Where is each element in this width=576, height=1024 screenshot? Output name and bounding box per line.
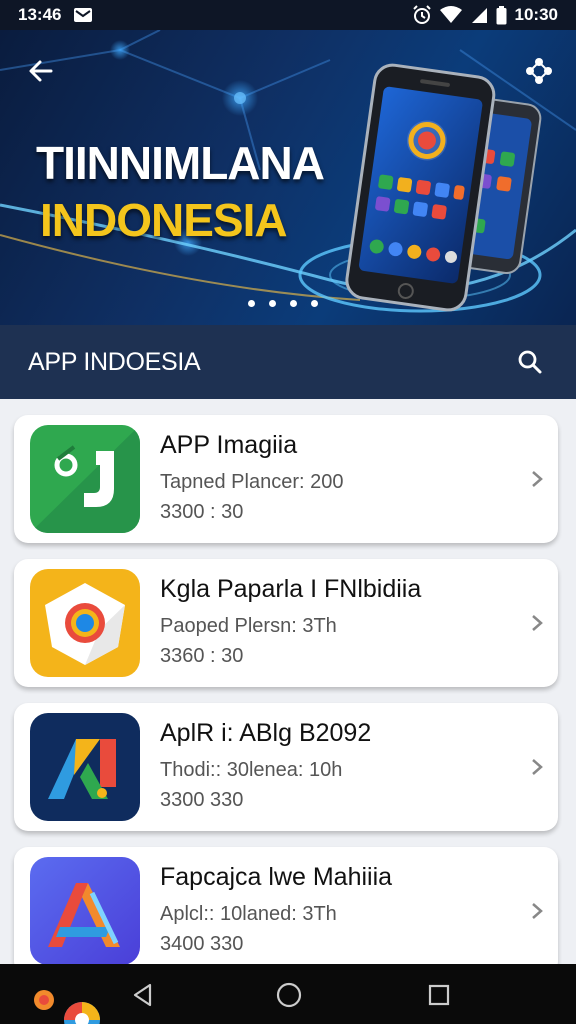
app-meta: Tapned Plancer: 200	[160, 471, 344, 493]
app-card[interactable]: Fapcajca lwe Mahiiia Aplcl:: 10laned: 3T…	[14, 847, 558, 964]
app-name: Kgla Paparla I FNlbidiia	[160, 575, 422, 603]
app-meta: Thodi:: 30lenea: 10h	[160, 759, 343, 781]
nav-recents-button[interactable]	[424, 980, 454, 1010]
carousel-dot[interactable]	[311, 300, 318, 307]
battery-icon	[496, 5, 507, 25]
yellow-app-icon	[30, 569, 140, 677]
nav-back-button[interactable]	[128, 980, 158, 1010]
carousel-indicator[interactable]	[248, 300, 318, 307]
app-card[interactable]: Kgla Paparla I FNlbidiia Paoped Plersn: …	[14, 559, 558, 687]
app-dock-icon[interactable]	[30, 988, 110, 1024]
app-name: Fapcajca lwe Mahiiia	[160, 863, 393, 891]
alarm-icon	[412, 5, 432, 25]
hero-banner[interactable]: TIINNIMLANA INDONESIA	[0, 30, 576, 325]
share-button[interactable]	[522, 54, 556, 88]
navy-app-icon	[30, 713, 140, 821]
chevron-right-icon	[532, 903, 543, 919]
app-meta: Aplcl:: 10laned: 3Th	[160, 903, 337, 925]
app-meta: Paoped Plersn: 3Th	[160, 615, 337, 637]
status-bar: 13:46 10:30	[0, 0, 576, 30]
app-meta: 3400 330	[160, 933, 244, 955]
app-meta: 3300 : 30	[160, 501, 244, 523]
signal-icon	[470, 6, 488, 24]
arrow-left-icon	[29, 60, 53, 82]
app-card[interactable]: APP Imagiia Tapned Plancer: 200 3300 : 3…	[14, 415, 558, 543]
share-icon	[526, 58, 552, 84]
carousel-dot[interactable]	[248, 300, 255, 307]
green-app-icon	[30, 425, 140, 533]
app-list[interactable]: APP Imagiia Tapned Plancer: 200 3300 : 3…	[0, 399, 576, 964]
circle-home-icon	[276, 982, 302, 1008]
nav-home-button[interactable]	[274, 980, 304, 1010]
hero-title-line2: INDONESIA	[40, 194, 288, 246]
search-icon	[518, 350, 542, 374]
app-name: APP Imagiia	[160, 431, 298, 459]
search-button[interactable]	[512, 344, 548, 380]
chevron-right-icon	[532, 759, 543, 775]
hero-title-line1: TIINNIMLANA	[36, 137, 325, 189]
chevron-right-icon	[532, 471, 543, 487]
mail-icon	[73, 7, 93, 23]
wifi-icon	[439, 6, 462, 24]
chevron-right-icon	[532, 615, 543, 631]
app-card[interactable]: AplR i: ABlg B2092 Thodi:: 30lenea: 10h …	[14, 703, 558, 831]
back-button[interactable]	[24, 54, 58, 88]
carousel-dot[interactable]	[290, 300, 297, 307]
system-nav-bar	[0, 964, 576, 1024]
app-name: AplR i: ABlg B2092	[160, 719, 372, 747]
square-recents-icon	[428, 984, 450, 1006]
purple-app-icon	[30, 857, 140, 964]
carousel-dot[interactable]	[269, 300, 276, 307]
status-clock: 10:30	[514, 5, 558, 24]
section-title: APP INDOESIA	[28, 347, 201, 376]
app-meta: 3360 : 30	[160, 645, 244, 667]
section-header: APP INDOESIA	[0, 325, 576, 399]
app-meta: 3300 330	[160, 789, 244, 811]
status-time: 13:46	[18, 5, 62, 24]
triangle-back-icon	[133, 983, 152, 1007]
